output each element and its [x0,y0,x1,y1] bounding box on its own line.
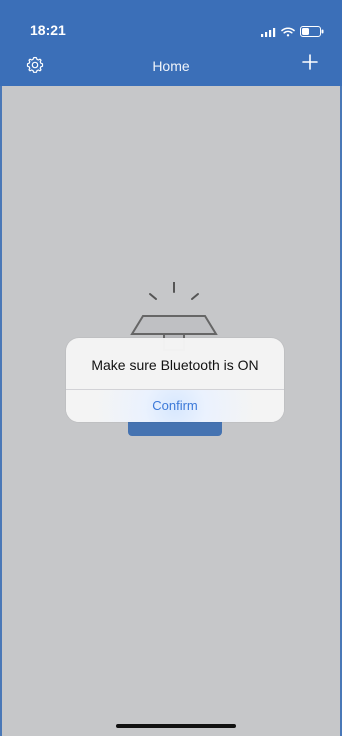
left-screen-edge [0,86,2,736]
nav-bar: Home [0,53,342,86]
bluetooth-alert-dialog: Make sure Bluetooth is ON Confirm [66,338,284,422]
home-indicator[interactable] [116,724,236,728]
signal-icon [261,24,276,42]
add-icon [300,52,320,77]
app-header: 18:21 Home [0,0,342,86]
add-button[interactable] [296,50,324,78]
alert-message: Make sure Bluetooth is ON [91,357,259,373]
status-icons [261,24,324,42]
confirm-button[interactable]: Confirm [66,390,284,422]
battery-icon [300,24,324,42]
page-title: Home [152,58,190,74]
status-time: 18:21 [30,22,66,38]
status-bar: 18:21 [0,0,342,40]
wifi-icon [281,24,295,42]
